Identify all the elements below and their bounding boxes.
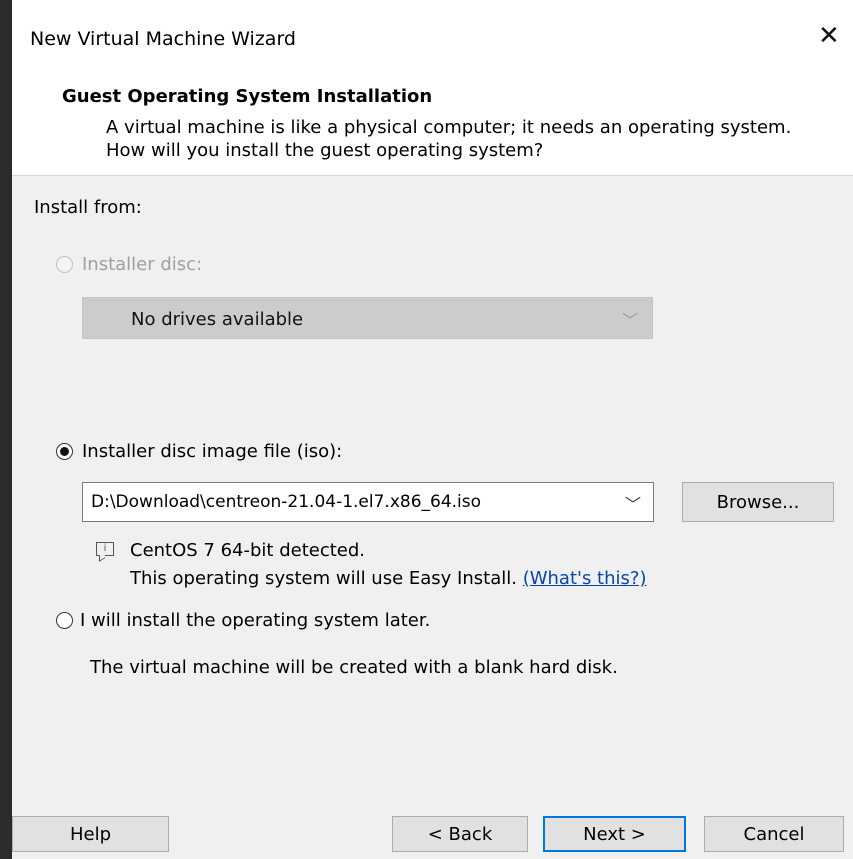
- install-from-label: Install from:: [34, 197, 142, 218]
- blank-disk-note: The virtual machine will be created with…: [90, 657, 618, 678]
- install-later-label: I will install the operating system late…: [80, 610, 431, 631]
- back-button[interactable]: < Back: [392, 816, 528, 852]
- drive-select[interactable]: No drives available ﹀: [82, 297, 653, 339]
- wizard-dialog: New Virtual Machine Wizard ✕ Guest Opera…: [12, 0, 853, 859]
- easy-install-note: This operating system will use Easy Inst…: [130, 568, 646, 589]
- installer-disc-label: Installer disc:: [82, 254, 203, 275]
- close-icon[interactable]: ✕: [818, 22, 840, 50]
- chevron-down-icon: ﹀: [621, 311, 638, 330]
- install-later-radio[interactable]: [56, 612, 73, 629]
- iso-radio[interactable]: [56, 443, 73, 460]
- whats-this-link[interactable]: (What's this?): [523, 568, 647, 589]
- background-strip: [0, 0, 12, 859]
- browse-button[interactable]: Browse...: [682, 482, 834, 522]
- chevron-down-icon[interactable]: ﹀: [625, 491, 641, 515]
- detected-text: CentOS 7 64-bit detected.: [130, 540, 366, 561]
- next-button[interactable]: Next >: [543, 816, 686, 852]
- easy-install-text: This operating system will use Easy Inst…: [130, 568, 517, 589]
- wizard-header: New Virtual Machine Wizard ✕ Guest Opera…: [12, 0, 853, 176]
- cancel-button[interactable]: Cancel: [704, 816, 844, 852]
- iso-label: Installer disc image file (iso):: [82, 441, 343, 462]
- iso-path-value: D:\Download\centreon-21.04-1.el7.x86_64.…: [91, 492, 482, 512]
- drive-select-value: No drives available: [131, 309, 304, 330]
- iso-path-combobox[interactable]: D:\Download\centreon-21.04-1.el7.x86_64.…: [82, 482, 654, 522]
- radio-selected-dot: [60, 447, 69, 456]
- window-title: New Virtual Machine Wizard: [30, 28, 296, 50]
- page-heading: Guest Operating System Installation: [62, 86, 433, 107]
- info-icon: i: [96, 542, 114, 556]
- help-button[interactable]: Help: [12, 816, 169, 852]
- installer-disc-radio[interactable]: [56, 256, 73, 273]
- page-description: A virtual machine is like a physical com…: [106, 117, 792, 161]
